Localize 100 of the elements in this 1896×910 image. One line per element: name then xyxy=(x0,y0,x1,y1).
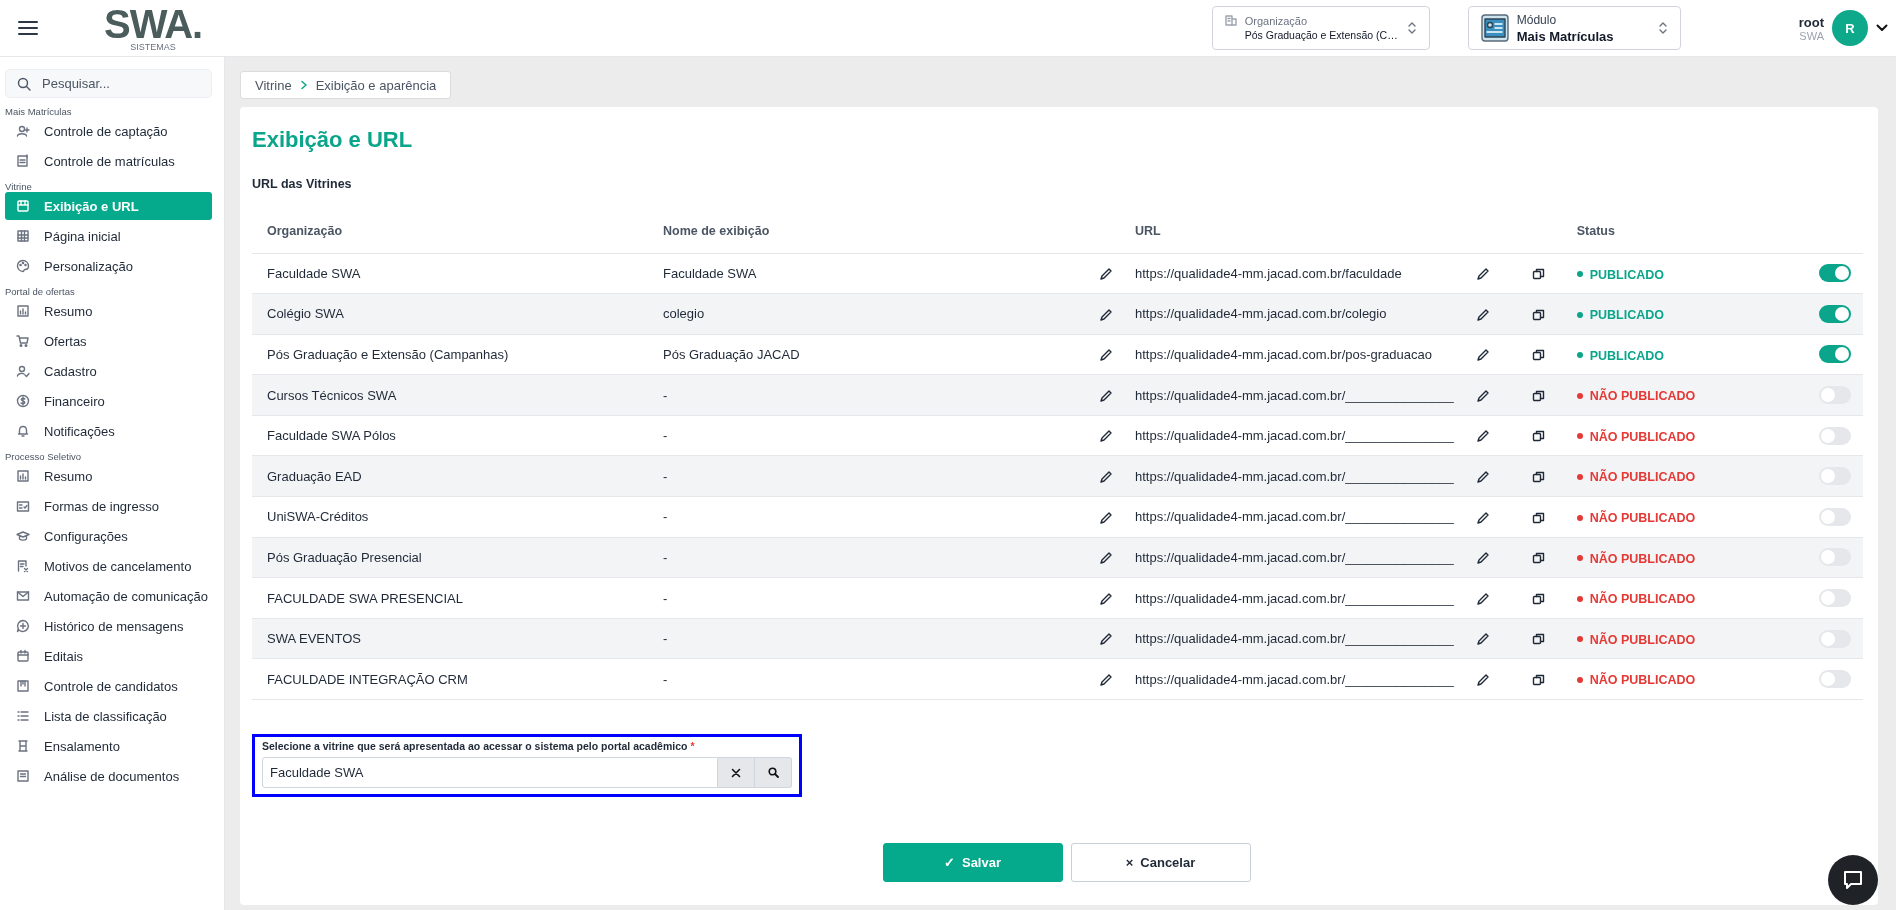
copy-icon[interactable] xyxy=(1531,591,1546,606)
sidebar-item[interactable]: Formas de ingresso xyxy=(5,492,212,520)
edit-icon[interactable] xyxy=(1475,388,1490,403)
table-cell: - xyxy=(663,387,668,403)
user-organization: SWA xyxy=(1799,29,1824,42)
table-cell: - xyxy=(663,549,668,565)
edit-icon[interactable] xyxy=(1099,348,1113,363)
chevron-down-icon[interactable] xyxy=(1876,24,1888,32)
toggle-switch[interactable] xyxy=(1819,264,1851,283)
board-icon xyxy=(16,679,30,693)
edit-icon[interactable] xyxy=(1475,348,1490,363)
status-label: PUBLICADO xyxy=(1589,348,1665,363)
edit-icon[interactable] xyxy=(1099,632,1113,647)
cancel-button[interactable]: × Cancelar xyxy=(1070,843,1251,882)
copy-icon[interactable] xyxy=(1531,267,1546,282)
copy-icon[interactable] xyxy=(1531,388,1546,403)
sidebar-item[interactable]: Motivos de cancelamento xyxy=(5,552,212,580)
document-icon xyxy=(16,769,30,783)
form-icon xyxy=(16,499,30,513)
toggle-switch[interactable] xyxy=(1819,629,1851,648)
edit-icon[interactable] xyxy=(1475,591,1490,606)
edit-icon[interactable] xyxy=(1099,307,1113,322)
edit-icon[interactable] xyxy=(1099,429,1113,444)
sidebar-item[interactable]: Automação de comunicação xyxy=(5,582,212,610)
copy-icon[interactable] xyxy=(1531,348,1546,363)
toggle-switch[interactable] xyxy=(1819,507,1851,526)
search-field[interactable]: Pesquisar... xyxy=(5,69,212,98)
toggle-switch[interactable] xyxy=(1819,467,1851,486)
toggle-switch[interactable] xyxy=(1819,304,1851,323)
search-button[interactable] xyxy=(755,757,792,789)
edit-icon[interactable] xyxy=(1475,307,1490,322)
sidebar-item[interactable]: Controle de candidatos xyxy=(5,672,212,700)
breadcrumb-item[interactable]: Exibição e aparência xyxy=(315,77,437,93)
copy-icon[interactable] xyxy=(1531,307,1546,322)
toggle-switch[interactable] xyxy=(1819,386,1851,405)
edit-icon[interactable] xyxy=(1475,470,1490,485)
edit-icon[interactable] xyxy=(1099,551,1113,566)
status-label: NÃO PUBLICADO xyxy=(1589,470,1696,485)
copy-icon[interactable] xyxy=(1531,551,1546,566)
edit-icon[interactable] xyxy=(1099,591,1113,606)
select-field[interactable]: Faculdade SWA xyxy=(262,757,718,789)
copy-icon[interactable] xyxy=(1531,429,1546,444)
toggle-switch[interactable] xyxy=(1819,345,1851,364)
edit-icon[interactable] xyxy=(1475,632,1490,647)
table-cell: Pós Graduação JACAD xyxy=(663,347,800,362)
table-cell: FACULDADE SWA PRESENCIAL xyxy=(267,590,463,606)
toggle-switch[interactable] xyxy=(1819,589,1851,608)
status-label: NÃO PUBLICADO xyxy=(1589,591,1696,606)
sidebar-item[interactable]: Controle de captação xyxy=(5,117,212,145)
sidebar-item[interactable]: Ofertas xyxy=(5,327,212,355)
person-add-icon xyxy=(16,124,30,138)
sidebar-item[interactable]: Configurações xyxy=(5,522,212,550)
sidebar-item[interactable]: Histórico de mensagens xyxy=(5,612,212,640)
clear-button[interactable] xyxy=(718,757,755,789)
chevron-right-icon xyxy=(299,80,308,90)
copy-icon[interactable] xyxy=(1531,510,1546,525)
chevron-updown-icon xyxy=(1406,21,1417,35)
sidebar-item[interactable]: Resumo xyxy=(5,462,212,490)
table-cell: https://qualidade4-mm.jacad.com.br/_______________ xyxy=(1135,590,1454,606)
field-label: Selecione a vitrine que será apresentada ao acessar o sistema pelo portal acadêmico * xyxy=(262,740,696,753)
sidebar-item[interactable]: Página inicial xyxy=(5,222,212,250)
sidebar-item[interactable]: Análise de documentos xyxy=(5,762,212,790)
sidebar-item[interactable]: Ensalamento xyxy=(5,732,212,760)
page-title: Exibição e URL xyxy=(252,127,414,153)
toggle-switch[interactable] xyxy=(1819,426,1851,445)
edit-icon[interactable] xyxy=(1099,470,1113,485)
sidebar-item[interactable]: Cadastro xyxy=(5,357,212,385)
edit-icon[interactable] xyxy=(1475,429,1490,444)
organization-selector[interactable]: Organização Pós Graduação e Extensão (C… xyxy=(1211,6,1430,50)
sidebar-item[interactable]: Controle de matrículas xyxy=(5,147,212,175)
copy-icon[interactable] xyxy=(1531,673,1546,687)
logo[interactable]: SWA. SISTEMAS xyxy=(104,4,203,52)
edit-icon[interactable] xyxy=(1475,551,1490,566)
copy-icon[interactable] xyxy=(1531,632,1546,647)
edit-icon[interactable] xyxy=(1099,267,1113,282)
sidebar-item[interactable]: Editais xyxy=(5,642,212,670)
edit-icon[interactable] xyxy=(1099,388,1113,403)
copy-icon[interactable] xyxy=(1531,470,1546,485)
toggle-switch[interactable] xyxy=(1819,670,1851,689)
module-selector[interactable]: Módulo Mais Matrículas xyxy=(1467,6,1681,50)
search-icon xyxy=(767,767,779,779)
table-cell: FACULDADE INTEGRAÇÃO CRM xyxy=(267,671,468,687)
sidebar-item[interactable]: Financeiro xyxy=(5,387,212,415)
edit-icon[interactable] xyxy=(1099,673,1113,687)
chevron-updown-icon xyxy=(1657,21,1668,35)
breadcrumb-item[interactable]: Vitrine xyxy=(255,77,292,93)
sidebar-item[interactable]: Notificações xyxy=(5,417,212,445)
edit-icon[interactable] xyxy=(1475,673,1490,687)
edit-icon[interactable] xyxy=(1475,510,1490,525)
graduation-cap-icon xyxy=(16,529,30,543)
store-icon xyxy=(16,199,30,213)
sidebar-item[interactable]: Lista de classificação xyxy=(5,702,212,730)
sidebar-item[interactable]: Personalização xyxy=(5,252,212,280)
menu-icon[interactable] xyxy=(18,20,38,36)
edit-icon[interactable] xyxy=(1099,510,1113,525)
edit-icon[interactable] xyxy=(1475,267,1490,282)
toggle-switch[interactable] xyxy=(1819,548,1851,567)
selector-value: Pós Graduação e Extensão (C… xyxy=(1244,29,1398,41)
table-cell: Pós Graduação Presencial xyxy=(267,549,422,565)
sidebar-item[interactable]: Resumo xyxy=(5,297,212,325)
